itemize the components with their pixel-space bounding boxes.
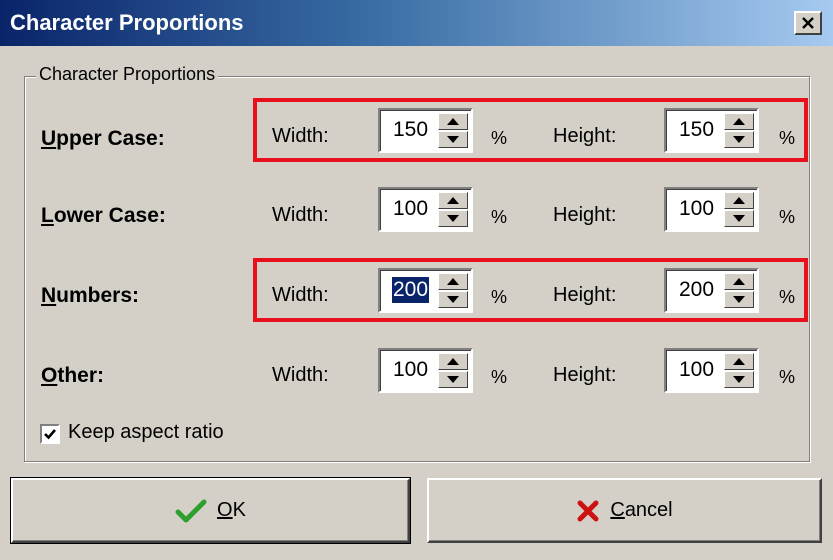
row-label-upper-case: Upper Case: [41, 127, 165, 150]
arrow-up-icon [447, 197, 459, 204]
spin-up-button[interactable] [438, 113, 468, 130]
width-label: Width: [272, 284, 329, 306]
spin-up-button[interactable] [724, 113, 754, 130]
percent-label: % [779, 207, 796, 227]
close-icon [802, 17, 814, 29]
arrow-up-icon [733, 278, 745, 285]
height-label: Height: [553, 204, 617, 226]
arrow-down-icon [733, 376, 745, 383]
spin-down-button[interactable] [438, 210, 468, 227]
spin-up-button[interactable] [724, 273, 754, 290]
width-label: Width: [272, 364, 329, 386]
close-button[interactable] [794, 11, 822, 35]
arrow-up-icon [733, 358, 745, 365]
other-height-value[interactable]: 100 [678, 357, 715, 383]
spin-up-button[interactable] [438, 273, 468, 290]
cancel-button[interactable]: Cancel [427, 478, 822, 543]
percent-label: % [779, 287, 796, 307]
arrow-up-icon [447, 118, 459, 125]
lower-case-width-value[interactable]: 100 [392, 196, 429, 222]
numbers-width-value[interactable]: 200 [392, 277, 430, 303]
arrow-down-icon [447, 296, 459, 303]
arrow-down-icon [733, 296, 745, 303]
window-title: Character Proportions [10, 10, 244, 35]
upper-case-width-spinner[interactable]: 150 [378, 108, 473, 153]
arrow-down-icon [733, 215, 745, 222]
arrow-up-icon [447, 358, 459, 365]
upper-case-width-value[interactable]: 150 [392, 117, 429, 143]
arrow-up-icon [733, 197, 745, 204]
arrow-down-icon [447, 215, 459, 222]
arrow-down-icon [733, 136, 745, 143]
arrow-up-icon [447, 278, 459, 285]
width-label: Width: [272, 125, 329, 147]
numbers-width-spinner[interactable]: 200 [378, 268, 473, 313]
checkmark-icon [175, 499, 207, 522]
arrow-up-icon [733, 118, 745, 125]
numbers-height-spinner[interactable]: 200 [664, 268, 759, 313]
keep-aspect-ratio-label[interactable]: Keep aspect ratio [68, 421, 224, 444]
spin-down-button[interactable] [438, 131, 468, 148]
lower-case-width-spinner[interactable]: 100 [378, 187, 473, 232]
percent-label: % [491, 128, 508, 148]
height-label: Height: [553, 364, 617, 386]
spin-up-button[interactable] [438, 192, 468, 209]
other-width-value[interactable]: 100 [392, 357, 429, 383]
spin-up-button[interactable] [724, 353, 754, 370]
group-label: Character Proportions [36, 64, 219, 85]
percent-label: % [491, 367, 508, 387]
upper-case-height-value[interactable]: 150 [678, 117, 715, 143]
numbers-height-value[interactable]: 200 [678, 277, 715, 303]
arrow-down-icon [447, 136, 459, 143]
arrow-down-icon [447, 376, 459, 383]
title-bar: Character Proportions [0, 0, 833, 46]
row-label-numbers: Numbers: [41, 284, 140, 307]
checkmark-icon [44, 429, 56, 440]
spin-down-button[interactable] [724, 291, 754, 308]
spin-down-button[interactable] [438, 291, 468, 308]
upper-case-height-spinner[interactable]: 150 [664, 108, 759, 153]
keep-aspect-ratio-checkbox[interactable] [40, 424, 60, 444]
ok-button[interactable]: OK [10, 477, 411, 544]
width-label: Width: [272, 204, 329, 226]
x-icon [577, 500, 599, 521]
percent-label: % [779, 367, 796, 387]
lower-case-height-value[interactable]: 100 [678, 196, 715, 222]
spin-down-button[interactable] [724, 131, 754, 148]
spin-up-button[interactable] [438, 353, 468, 370]
spin-up-button[interactable] [724, 192, 754, 209]
cancel-button-label: Cancel [610, 499, 673, 521]
ok-button-label: OK [217, 499, 246, 521]
other-width-spinner[interactable]: 100 [378, 348, 473, 393]
spin-down-button[interactable] [724, 210, 754, 227]
height-label: Height: [553, 284, 617, 306]
percent-label: % [491, 287, 508, 307]
spin-down-button[interactable] [724, 371, 754, 388]
spin-down-button[interactable] [438, 371, 468, 388]
percent-label: % [491, 207, 508, 227]
height-label: Height: [553, 125, 617, 147]
lower-case-height-spinner[interactable]: 100 [664, 187, 759, 232]
percent-label: % [779, 128, 796, 148]
row-label-lower-case: Lower Case: [41, 204, 166, 227]
row-label-other: Other: [41, 364, 105, 387]
other-height-spinner[interactable]: 100 [664, 348, 759, 393]
